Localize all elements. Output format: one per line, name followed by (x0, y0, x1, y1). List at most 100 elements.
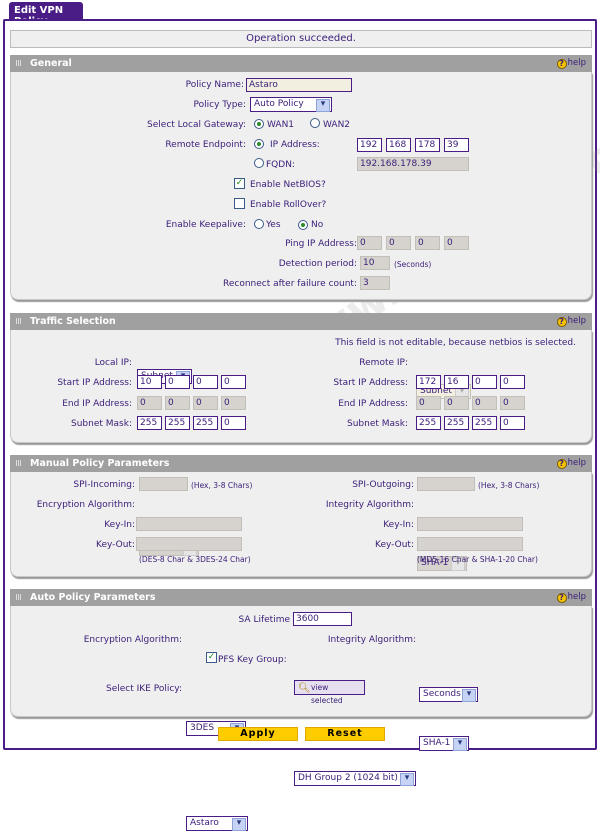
remote-end-octet-2[interactable]: 0 (444, 396, 469, 410)
ping-ip-octet-1[interactable]: 0 (357, 236, 382, 250)
remote-endpoint-label: Remote Endpoint: (165, 140, 246, 150)
local-end-octet-2[interactable]: 0 (165, 396, 190, 410)
help-link[interactable]: ? help (556, 55, 586, 72)
auto-integrity-select[interactable]: SHA-1 (419, 736, 469, 751)
local-mask-octet-3[interactable]: 255 (193, 416, 218, 430)
fqdn-input[interactable]: 192.168.178.39 (357, 157, 469, 171)
remote-ip-octet-4[interactable]: 39 (444, 138, 469, 152)
help-label: help (567, 592, 586, 602)
remote-mask-octet-4[interactable]: 0 (500, 416, 525, 430)
help-link[interactable]: ? help (556, 455, 586, 472)
spi-incoming-label: SPI-Incoming: (73, 480, 135, 490)
remote-ip-octet-2[interactable]: 168 (386, 138, 411, 152)
ip-address-radio[interactable] (254, 139, 264, 149)
local-mask-octet-1[interactable]: 255 (137, 416, 162, 430)
wan1-radio[interactable] (254, 119, 264, 129)
reconnect-input[interactable]: 3 (360, 276, 390, 290)
section-title: Traffic Selection (30, 316, 116, 327)
fqdn-radio[interactable] (254, 158, 264, 168)
pfs-checkbox[interactable]: ✓ (206, 652, 217, 663)
remote-mask-octet-1[interactable]: 255 (416, 416, 441, 430)
auto-encryption-label: Encryption Algorithm: (83, 635, 182, 645)
keepalive-no-label: No (311, 220, 324, 230)
help-link[interactable]: ? help (556, 589, 586, 606)
key-out-input[interactable] (136, 537, 242, 551)
local-start-octet-2[interactable]: 0 (165, 375, 190, 389)
pfs-key-group-label: PFS Key Group: (218, 655, 287, 665)
reset-button[interactable]: Reset (305, 727, 385, 741)
ping-ip-label: Ping IP Address: (285, 239, 357, 249)
wan2-radio[interactable] (310, 118, 320, 128)
help-icon: ? (556, 317, 567, 327)
remote-mask-octet-2[interactable]: 255 (444, 416, 469, 430)
ike-policy-select[interactable]: Astaro (186, 816, 248, 831)
remote-ip-label: Remote IP: (359, 358, 408, 368)
remote-ip-octet-1[interactable]: 192 (357, 138, 382, 152)
remote-end-octet-3[interactable]: 0 (472, 396, 497, 410)
local-mask-octet-2[interactable]: 255 (165, 416, 190, 430)
netbios-note: This field is not editable, because netb… (335, 338, 576, 348)
remote-start-octet-1[interactable]: 172 (416, 375, 441, 389)
remote-start-octet-2[interactable]: 16 (444, 375, 469, 389)
local-mask-octet-4[interactable]: 0 (221, 416, 246, 430)
remote-end-octet-1[interactable]: 0 (416, 396, 441, 410)
ping-ip-octet-2[interactable]: 0 (386, 236, 411, 250)
key-in-input[interactable] (136, 517, 242, 531)
apply-button[interactable]: Apply (218, 727, 298, 741)
local-start-octet-1[interactable]: 10 (137, 375, 162, 389)
help-icon: ? (556, 459, 567, 469)
view-selected-button[interactable]: 🔍︎ view selected (294, 680, 365, 705)
view-selected-label: view selected (311, 683, 343, 705)
help-label: help (567, 316, 586, 326)
key-in-label-right: Key-In: (383, 520, 414, 530)
local-gateway-label: Select Local Gateway: (147, 120, 246, 130)
remote-start-label: Start IP Address: (333, 378, 408, 388)
policy-type-select[interactable]: Auto Policy (250, 97, 332, 112)
rollover-checkbox[interactable] (234, 198, 245, 209)
local-end-label: End IP Address: (62, 399, 132, 409)
policy-name-input[interactable]: Astaro (246, 78, 352, 92)
spi-outgoing-input[interactable] (417, 477, 475, 491)
remote-start-octet-3[interactable]: 0 (472, 375, 497, 389)
auto-integrity-label: Integrity Algorithm: (327, 635, 416, 645)
seconds-unit: (Seconds) (394, 260, 432, 269)
local-start-octet-4[interactable]: 0 (221, 375, 246, 389)
sa-lifetime-input[interactable]: 3600 (293, 612, 352, 626)
netbios-label: Enable NetBIOS? (250, 180, 326, 190)
remote-ip-octet-3[interactable]: 178 (415, 138, 440, 152)
local-start-label: Start IP Address: (57, 378, 132, 388)
sa-lifetime-unit-select[interactable]: Seconds (419, 687, 478, 702)
help-link[interactable]: ? help (556, 313, 586, 330)
section-header-general: General? help (10, 55, 592, 72)
sa-lifetime-label: SA Lifetime (238, 615, 290, 625)
pfs-key-group-select[interactable]: DH Group 2 (1024 bit) (294, 771, 416, 786)
remote-start-octet-4[interactable]: 0 (500, 375, 525, 389)
keepalive-no-radio[interactable] (298, 220, 308, 230)
detection-period-input[interactable]: 10 (360, 256, 390, 270)
local-start-octet-3[interactable]: 0 (193, 375, 218, 389)
remote-end-octet-4[interactable]: 0 (500, 396, 525, 410)
encryption-key-hint: (DES-8 Char & 3DES-24 Char) (139, 555, 251, 564)
local-end-octet-4[interactable]: 0 (221, 396, 246, 410)
keepalive-yes-label: Yes (266, 220, 281, 230)
remote-mask-octet-3[interactable]: 255 (472, 416, 497, 430)
ping-ip-octet-3[interactable]: 0 (415, 236, 440, 250)
tab-edit-vpn-policy[interactable]: Edit VPN Policy (9, 2, 83, 27)
key-in-input-right[interactable] (417, 517, 523, 531)
ping-ip-octet-4[interactable]: 0 (444, 236, 469, 250)
grip-icon (16, 594, 22, 600)
manual-encryption-label: Encryption Algorithm: (36, 500, 135, 510)
local-end-octet-3[interactable]: 0 (193, 396, 218, 410)
spi-incoming-input[interactable] (139, 477, 188, 491)
netbios-checkbox[interactable]: ✓ (234, 178, 245, 189)
spi-incoming-hint: (Hex, 3-8 Chars) (191, 481, 253, 490)
key-out-input-right[interactable] (417, 537, 523, 551)
key-in-label: Key-In: (104, 520, 135, 530)
key-out-label-right: Key-Out: (374, 540, 414, 550)
help-icon: ? (556, 593, 567, 603)
local-mask-label: Subnet Mask: (71, 419, 132, 429)
fqdn-label: FQDN: (266, 160, 295, 170)
local-end-octet-1[interactable]: 0 (137, 396, 162, 410)
help-label: help (567, 458, 586, 468)
keepalive-yes-radio[interactable] (254, 219, 264, 229)
